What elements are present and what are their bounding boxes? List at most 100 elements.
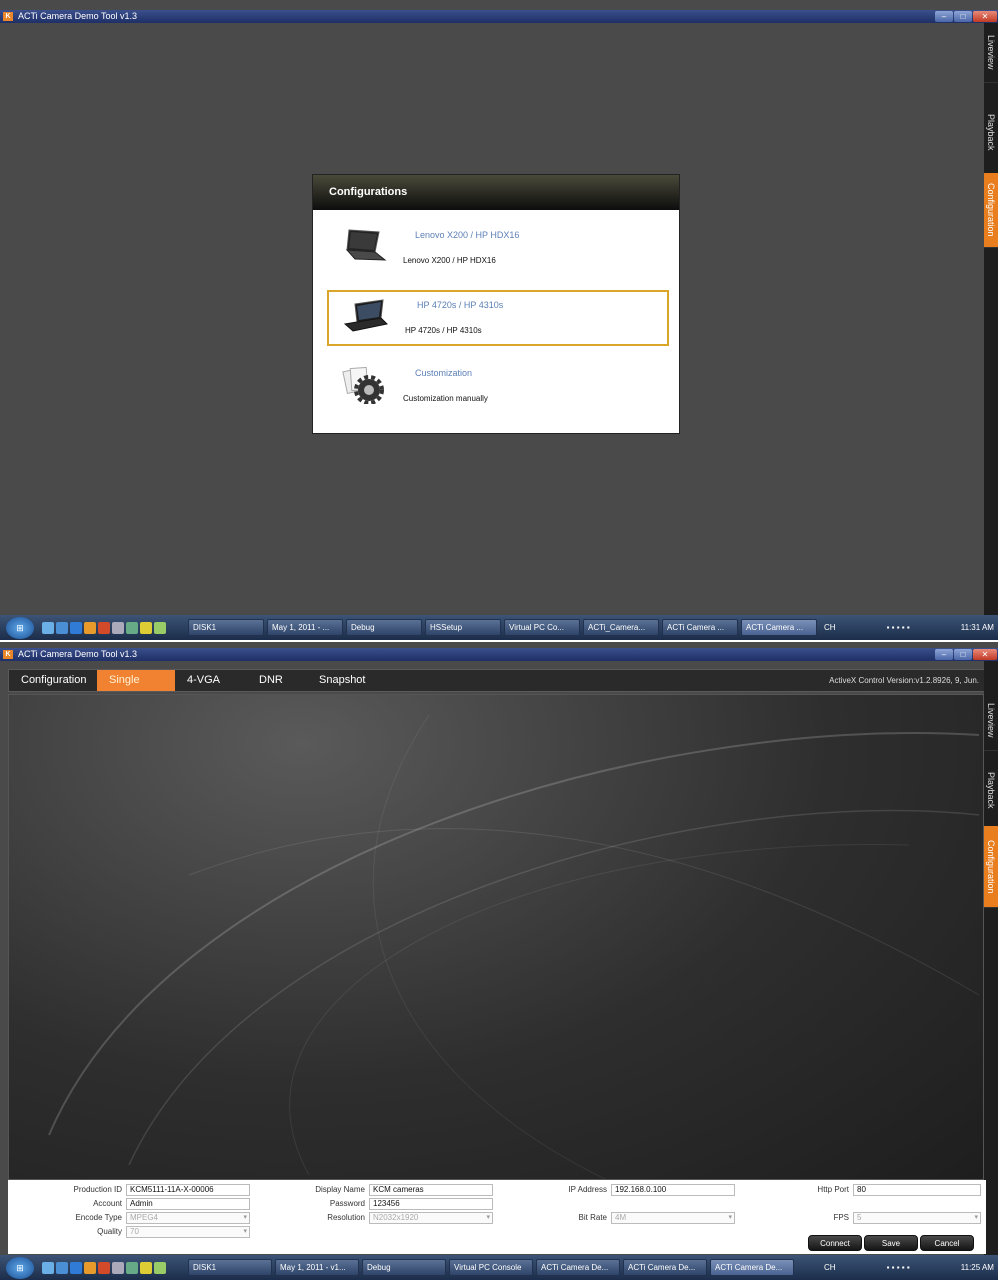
system-tray: CH ▪ ▪ ▪ ▪ ▪ 11:31 AM <box>820 623 998 632</box>
chevron-down-icon[interactable]: ▾ <box>486 1213 490 1221</box>
tab-4-vga[interactable]: 4-VGA <box>175 670 247 691</box>
quick-launch <box>42 1261 182 1274</box>
video-viewport[interactable] <box>8 694 984 1180</box>
connect-button[interactable]: Connect <box>808 1235 862 1251</box>
folder-icon[interactable] <box>140 621 152 634</box>
close-icon[interactable]: ✕ <box>973 11 997 22</box>
tool-icon[interactable] <box>112 621 124 634</box>
task-button[interactable]: ACTi Camera ... <box>741 619 817 636</box>
save-button[interactable]: Save <box>864 1235 918 1251</box>
top-navigation: Configuration Single View 4-VGA DNR Snap… <box>8 669 986 707</box>
side-tab-bar: Liveview Playback Configuration <box>984 23 998 615</box>
network-icon[interactable] <box>126 621 138 634</box>
language-indicator[interactable]: CH <box>824 1263 836 1272</box>
window-title: ACTi Camera Demo Tool v1.3 <box>18 11 138 21</box>
laptop-icon <box>345 229 387 261</box>
tab-configuration[interactable]: Configuration <box>9 670 97 691</box>
option-title: HP 4720s / HP 4310s <box>417 300 504 310</box>
firefox-icon[interactable] <box>84 1261 96 1274</box>
screenshot-configurations-dialog: K ACTi Camera Demo Tool v1.3 – □ ✕ Livev… <box>0 0 998 640</box>
tray-icons[interactable]: ▪ ▪ ▪ ▪ ▪ <box>887 1263 910 1272</box>
task-button[interactable]: Virtual PC Co... <box>504 619 580 636</box>
display-name-input[interactable]: KCM cameras <box>369 1184 493 1196</box>
fps-select[interactable]: 5 <box>853 1212 981 1224</box>
minimize-icon[interactable]: – <box>935 11 953 22</box>
bit-rate-select[interactable]: 4M <box>611 1212 735 1224</box>
task-button[interactable]: Debug <box>362 1259 446 1276</box>
app-icon: K <box>3 650 13 659</box>
cancel-button[interactable]: Cancel <box>920 1235 974 1251</box>
tray-icons[interactable]: ▪ ▪ ▪ ▪ ▪ <box>887 623 910 632</box>
side-tab-playback[interactable]: Playback <box>984 751 998 831</box>
explorer-icon[interactable] <box>56 621 68 634</box>
field-label: Encode Type <box>75 1213 122 1222</box>
task-button[interactable]: ACTi Camera De... <box>536 1259 620 1276</box>
tab-single-view[interactable]: Single View <box>97 670 175 707</box>
start-button[interactable]: ⊞ <box>6 616 34 639</box>
task-button[interactable]: ACTi Camera ... <box>662 619 738 636</box>
system-tray: CH ▪ ▪ ▪ ▪ ▪ 11:25 AM <box>820 1263 998 1272</box>
task-button[interactable]: ACTi Camera De... <box>623 1259 707 1276</box>
task-button[interactable]: May 1, 2011 - ... <box>267 619 343 636</box>
http-port-field: Http Port 80 <box>817 1184 981 1196</box>
option-lenovo-x200[interactable]: Lenovo X200 / HP HDX16 Lenovo X200 / HP … <box>327 222 669 278</box>
folder-icon[interactable] <box>140 1261 152 1274</box>
side-tab-configuration[interactable]: Configuration <box>984 173 998 248</box>
task-button[interactable]: ACTi Camera De... <box>710 1259 794 1276</box>
language-indicator[interactable]: CH <box>824 623 836 632</box>
field-label: Display Name <box>315 1185 365 1194</box>
account-input[interactable]: Admin <box>126 1198 250 1210</box>
side-tab-playback[interactable]: Playback <box>984 83 998 183</box>
side-tab-liveview[interactable]: Liveview <box>984 23 998 83</box>
fps-field: FPS 5 ▾ <box>833 1212 981 1224</box>
ie-icon[interactable] <box>70 1261 82 1274</box>
task-button[interactable]: ACTi_Camera... <box>583 619 659 636</box>
network-icon[interactable] <box>126 1261 138 1274</box>
minimize-icon[interactable]: – <box>935 649 953 660</box>
production-id-input[interactable]: KCM5111-11A-X-00006 <box>126 1184 250 1196</box>
window-titlebar[interactable]: K ACTi Camera Demo Tool v1.3 – □ ✕ <box>0 648 998 661</box>
task-button[interactable]: Virtual PC Console <box>449 1259 533 1276</box>
close-icon[interactable]: ✕ <box>973 649 997 660</box>
maximize-icon[interactable]: □ <box>954 649 972 660</box>
http-port-input[interactable]: 80 <box>853 1184 981 1196</box>
maximize-icon[interactable]: □ <box>954 11 972 22</box>
password-input[interactable]: 123456 <box>369 1198 493 1210</box>
production-id-field: Production ID KCM5111-11A-X-00006 <box>74 1184 250 1196</box>
resolution-select[interactable]: N2032x1920 <box>369 1212 493 1224</box>
tab-dnr[interactable]: DNR <box>247 670 307 691</box>
app-icon[interactable] <box>98 621 110 634</box>
ie-icon[interactable] <box>70 621 82 634</box>
quality-select[interactable]: 70 <box>126 1226 250 1238</box>
task-button[interactable]: DISK1 <box>188 1259 272 1276</box>
option-hp-4720s[interactable]: HP 4720s / HP 4310s HP 4720s / HP 4310s <box>327 290 669 346</box>
task-button[interactable]: Debug <box>346 619 422 636</box>
ip-address-input[interactable]: 192.168.0.100 <box>611 1184 735 1196</box>
chevron-down-icon[interactable]: ▾ <box>243 1227 247 1235</box>
option-customization[interactable]: Customization Customization manually <box>327 360 669 416</box>
tab-snapshot[interactable]: Snapshot <box>307 670 387 691</box>
chevron-down-icon[interactable]: ▾ <box>974 1213 978 1221</box>
task-button[interactable]: DISK1 <box>188 619 264 636</box>
side-tab-configuration[interactable]: Configuration <box>984 826 998 908</box>
clock[interactable]: 11:25 AM <box>961 1263 994 1272</box>
encode-type-select[interactable]: MPEG4 <box>126 1212 250 1224</box>
firefox-icon[interactable] <box>84 621 96 634</box>
show-desktop-icon[interactable] <box>42 621 54 634</box>
window-titlebar[interactable]: K ACTi Camera Demo Tool v1.3 – □ ✕ <box>0 10 998 23</box>
tool-icon[interactable] <box>112 1261 124 1274</box>
clock[interactable]: 11:31 AM <box>961 623 994 632</box>
side-tab-liveview[interactable]: Liveview <box>984 691 998 751</box>
show-desktop-icon[interactable] <box>42 1261 54 1274</box>
chevron-down-icon[interactable]: ▾ <box>243 1213 247 1221</box>
field-label: Password <box>329 1199 365 1208</box>
task-button[interactable]: May 1, 2011 - v1... <box>275 1259 359 1276</box>
task-button[interactable]: HSSetup <box>425 619 501 636</box>
app-icon[interactable] <box>98 1261 110 1274</box>
dialog-title: Configurations <box>313 175 679 210</box>
app-icon[interactable] <box>154 621 166 634</box>
start-button[interactable]: ⊞ <box>6 1256 34 1279</box>
app-icon[interactable] <box>154 1261 166 1274</box>
chevron-down-icon[interactable]: ▾ <box>728 1213 732 1221</box>
explorer-icon[interactable] <box>56 1261 68 1274</box>
